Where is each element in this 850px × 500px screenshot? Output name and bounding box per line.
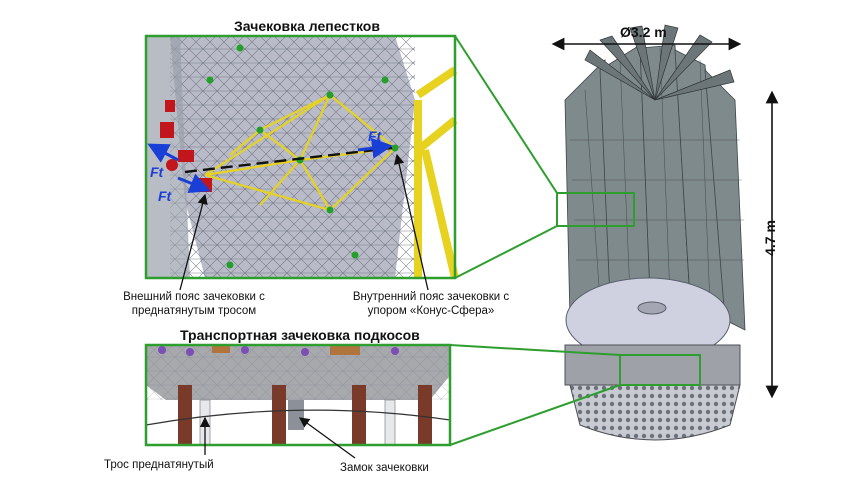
base-ring: [564, 344, 741, 386]
force-label-left-1: Ft: [150, 164, 164, 180]
bottom-panel-title: Транспортная зачековка подкосов: [180, 327, 420, 343]
top-panel-title: Зачековка лепестков: [234, 18, 380, 34]
outer-belt-caption: Внешний пояс зачековки с преднатянутым т…: [114, 290, 274, 318]
outer-belt-caption-line2: преднатянутым тросом: [131, 305, 257, 317]
inner-belt-caption: Внутренний пояс зачековки с упором «Кону…: [346, 290, 516, 318]
force-label-right: Ft: [368, 128, 382, 144]
main-structure-model: [556, 24, 746, 441]
outer-belt-caption-line1: Внешний пояс зачековки с: [123, 291, 265, 303]
lock-caption: Замок зачековки: [340, 462, 429, 474]
cable-caption: Трос преднатянутый: [104, 459, 214, 471]
force-label-left-2: Ft: [158, 188, 172, 204]
height-label: 4.7 m: [762, 220, 778, 256]
diagram-artwork: [144, 24, 779, 459]
diameter-label: Ø3.2 m: [620, 24, 667, 40]
diagram-canvas: Зачековка лепестков Транспортная зачеков…: [0, 0, 850, 500]
inner-belt-caption-line2: упором «Конус-Сфера»: [367, 305, 495, 317]
bottom-detail-panel: [144, 343, 452, 447]
inner-belt-caption-line1: Внутренний пояс зачековки с: [352, 291, 510, 303]
lock-mechanism: [288, 400, 304, 430]
